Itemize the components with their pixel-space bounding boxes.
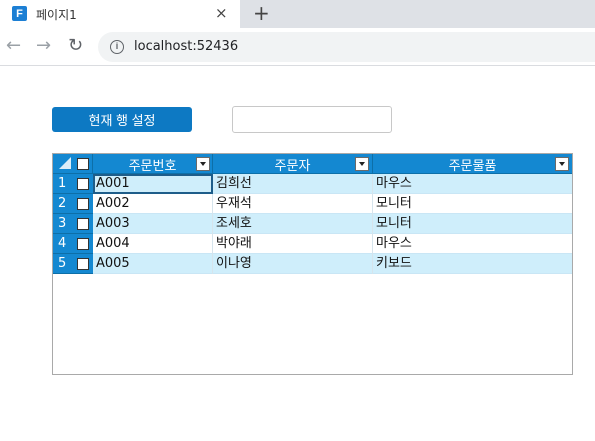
forward-arrow-icon[interactable]: → — [36, 36, 51, 56]
column-header-order-no[interactable]: 주문번호 — [93, 154, 213, 174]
row-checkbox[interactable] — [77, 178, 89, 190]
cell-item[interactable]: 모니터 — [373, 214, 572, 234]
address-bar[interactable]: i localhost:52436 — [98, 32, 595, 62]
cell-order-no[interactable]: A003 — [93, 214, 213, 234]
row-checkbox[interactable] — [77, 218, 89, 230]
cell-customer[interactable]: 김희선 — [213, 174, 373, 194]
tab-title: 페이지1 — [36, 8, 77, 22]
cell-item[interactable]: 키보드 — [373, 254, 572, 274]
filter-dropdown-icon[interactable] — [355, 157, 369, 171]
browser-tab[interactable]: F 페이지1 × — [0, 0, 240, 28]
cell-customer[interactable]: 조세호 — [213, 214, 373, 234]
order-grid: 주문번호 주문자 주문물품 1 A001 김희선 마우스 2 A002 우재석 … — [52, 153, 573, 375]
select-all-checkbox[interactable] — [77, 158, 89, 170]
cell-item[interactable]: 모니터 — [373, 194, 572, 214]
column-header-label: 주문자 — [274, 158, 311, 174]
cell-order-no[interactable]: A005 — [93, 254, 213, 274]
row-index-input[interactable] — [232, 106, 392, 133]
cell-order-no[interactable]: A002 — [93, 194, 213, 214]
url-text[interactable]: localhost:52436 — [134, 39, 238, 54]
cell-customer[interactable]: 이나영 — [213, 254, 373, 274]
back-arrow-icon[interactable]: ← — [6, 36, 21, 56]
row-number: 4 — [58, 236, 67, 251]
row-number: 5 — [58, 256, 67, 271]
cell-customer[interactable]: 우재석 — [213, 194, 373, 214]
set-current-row-button[interactable]: 현재 행 설정 — [52, 107, 192, 132]
column-header-customer[interactable]: 주문자 — [213, 154, 373, 174]
row-number: 3 — [58, 216, 67, 231]
grid-corner — [53, 154, 93, 174]
close-tab-icon[interactable]: × — [215, 4, 228, 22]
row-checkbox[interactable] — [77, 238, 89, 250]
row-number: 2 — [58, 196, 67, 211]
column-header-label: 주문물품 — [448, 158, 497, 174]
site-info-icon[interactable]: i — [110, 40, 124, 54]
cell-item[interactable]: 마우스 — [373, 174, 572, 194]
new-tab-icon[interactable]: + — [253, 1, 270, 25]
row-number: 1 — [58, 176, 67, 191]
row-header[interactable]: 5 — [53, 254, 93, 274]
table-row[interactable]: 5 A005 이나영 키보드 — [53, 254, 572, 274]
cell-order-no[interactable]: A004 — [93, 234, 213, 254]
cell-customer[interactable]: 박야래 — [213, 234, 373, 254]
table-row[interactable]: 4 A004 박야래 마우스 — [53, 234, 572, 254]
select-all-triangle-icon[interactable] — [59, 157, 71, 169]
row-header[interactable]: 2 — [53, 194, 93, 214]
row-checkbox[interactable] — [77, 258, 89, 270]
column-header-label: 주문번호 — [128, 158, 177, 174]
filter-dropdown-icon[interactable] — [196, 157, 210, 171]
cell-item[interactable]: 마우스 — [373, 234, 572, 254]
row-header[interactable]: 4 — [53, 234, 93, 254]
table-row[interactable]: 2 A002 우재석 모니터 — [53, 194, 572, 214]
column-header-item[interactable]: 주문물품 — [373, 154, 572, 174]
tab-strip: F 페이지1 × + — [0, 0, 595, 28]
reload-icon[interactable]: ↻ — [68, 36, 83, 56]
table-row[interactable]: 3 A003 조세호 모니터 — [53, 214, 572, 234]
browser-toolbar: ← → ↻ i localhost:52436 — [0, 28, 595, 66]
cell-order-no[interactable]: A001 — [93, 174, 213, 194]
row-header[interactable]: 1 — [53, 174, 93, 194]
row-header[interactable]: 3 — [53, 214, 93, 234]
filter-dropdown-icon[interactable] — [555, 157, 569, 171]
app-favicon-icon: F — [12, 6, 27, 21]
table-row[interactable]: 1 A001 김희선 마우스 — [53, 174, 572, 194]
row-checkbox[interactable] — [77, 198, 89, 210]
grid-header: 주문번호 주문자 주문물품 — [53, 154, 572, 174]
